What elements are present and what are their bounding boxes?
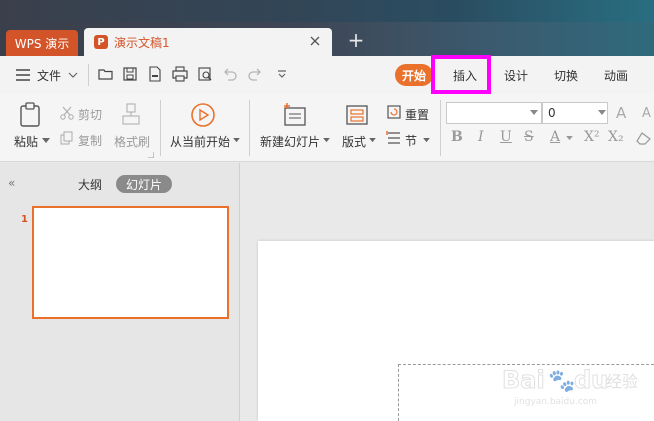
close-tab-icon[interactable] [308, 34, 322, 48]
layout-icon[interactable] [345, 104, 369, 126]
svg-text:经验: 经验 [606, 372, 638, 391]
section-button[interactable]: 节 [405, 132, 417, 149]
app-tab-wps[interactable]: WPS 演示 [6, 30, 78, 56]
baidu-watermark: Bai 🐾 du 经验 jingyan.baidu.com [502, 366, 638, 408]
bold-icon[interactable]: B [451, 129, 463, 145]
increase-font-icon[interactable]: A [616, 104, 626, 122]
decrease-font-icon[interactable]: A [642, 106, 651, 121]
chevron-down-icon[interactable] [598, 110, 606, 116]
svg-text:Bai: Bai [502, 366, 545, 394]
font-family-select[interactable] [446, 102, 542, 124]
tab-outline[interactable]: 大纲 [78, 176, 102, 193]
format-painter-button[interactable]: 格式刷 [114, 133, 150, 150]
new-slide-button[interactable]: 新建幻灯片 [260, 133, 320, 150]
document-tab[interactable]: P 演示文稿1 [84, 28, 332, 56]
chevron-down-icon[interactable] [323, 138, 330, 143]
paste-button[interactable]: 粘贴 [14, 133, 38, 150]
redo-icon[interactable] [247, 66, 263, 82]
new-tab-button[interactable]: + [346, 30, 366, 50]
tab-start[interactable]: 开始 [395, 64, 433, 86]
scissors-icon[interactable] [60, 106, 74, 120]
superscript-icon[interactable]: X² [584, 129, 600, 145]
font-color-icon[interactable]: A [550, 129, 560, 145]
chevron-down-icon[interactable] [233, 138, 240, 143]
eraser-icon[interactable] [636, 131, 652, 145]
slide-number: 1 [21, 214, 28, 225]
print-preview-icon[interactable] [197, 66, 213, 82]
svg-text:du: du [574, 366, 608, 394]
collapse-panel-icon[interactable]: « [8, 176, 15, 190]
section-icon[interactable] [386, 130, 402, 146]
dialog-launcher-icon[interactable] [148, 152, 154, 158]
tab-slides[interactable]: 幻灯片 [116, 175, 172, 193]
chevron-down-icon[interactable] [369, 138, 376, 143]
print-icon[interactable] [172, 66, 188, 82]
undo-icon[interactable] [222, 66, 238, 82]
underline-icon[interactable]: U [500, 129, 512, 145]
presentation-icon: P [94, 35, 108, 49]
customize-toolbar-icon[interactable] [274, 66, 290, 82]
menu-icon[interactable] [16, 69, 30, 81]
divider [249, 100, 250, 156]
format-painter-icon[interactable] [120, 102, 142, 126]
divider [88, 64, 89, 86]
divider [440, 100, 441, 156]
chevron-down-icon[interactable] [42, 138, 50, 144]
chevron-down-icon[interactable] [530, 110, 538, 116]
new-slide-icon[interactable] [282, 102, 308, 128]
svg-text:🐾: 🐾 [548, 369, 575, 394]
export-pdf-icon[interactable] [147, 66, 163, 82]
copy-icon[interactable] [60, 131, 74, 145]
italic-icon[interactable]: I [478, 129, 484, 145]
save-icon[interactable] [122, 66, 138, 82]
copy-button[interactable]: 复制 [78, 132, 102, 149]
tab-animations[interactable]: 动画 [604, 67, 628, 84]
chevron-down-icon[interactable] [423, 138, 430, 143]
chevron-down-icon[interactable] [566, 136, 573, 141]
open-folder-icon[interactable] [98, 66, 114, 82]
subscript-icon[interactable]: X₂ [608, 129, 624, 145]
divider [160, 100, 161, 156]
play-icon[interactable] [190, 102, 216, 128]
slide-thumbnail[interactable] [32, 206, 229, 319]
highlight-box [431, 55, 491, 94]
svg-text:jingyan.baidu.com: jingyan.baidu.com [513, 397, 597, 407]
layout-button[interactable]: 版式 [342, 133, 366, 150]
reset-icon[interactable] [386, 104, 402, 120]
from-current-button[interactable]: 从当前开始 [170, 133, 230, 150]
font-size-value: 0 [548, 106, 556, 120]
strikethrough-icon[interactable]: S [524, 129, 534, 145]
file-menu[interactable]: 文件 [37, 67, 61, 84]
tab-design[interactable]: 设计 [504, 67, 528, 84]
chevron-down-icon[interactable] [68, 71, 78, 79]
cut-button[interactable]: 剪切 [78, 106, 102, 123]
reset-button[interactable]: 重置 [405, 106, 429, 123]
paste-icon[interactable] [18, 102, 42, 128]
document-tab-label: 演示文稿1 [114, 35, 170, 50]
tab-transitions[interactable]: 切换 [554, 67, 578, 84]
